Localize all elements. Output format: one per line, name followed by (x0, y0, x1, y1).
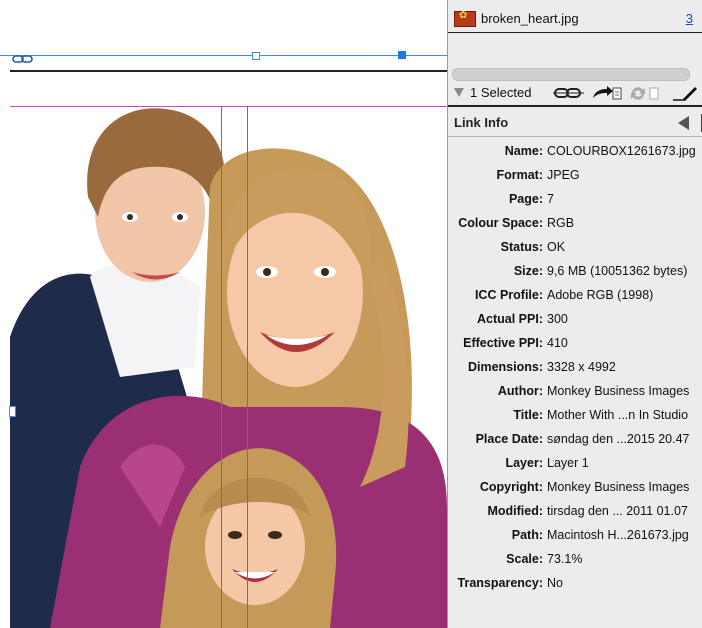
edit-original-icon[interactable] (670, 84, 700, 102)
link-info-value: Monkey Business Images (547, 384, 690, 398)
link-info-value: 73.1% (547, 552, 583, 566)
link-info-value: Mother With ...n In Studio (547, 408, 689, 422)
triangle-left-icon[interactable] (678, 116, 689, 130)
link-info-row: Status: OK (448, 236, 702, 260)
link-info-label: Format: (496, 168, 543, 182)
link-info-value: 300 (547, 312, 568, 326)
link-info-row: ICC Profile: Adobe RGB (1998) (448, 284, 702, 308)
link-info-label: Status: (500, 240, 543, 254)
link-info-row: Name: COLOURBOX1261673.jpg (448, 140, 702, 164)
link-info-label: Actual PPI: (477, 312, 543, 326)
frame-handle-left[interactable] (9, 406, 16, 417)
link-info-label: Copyright: (479, 480, 543, 494)
link-info-row: Colour Space: RGB (448, 212, 702, 236)
selection-toolbar: 1 Selected (448, 82, 702, 104)
link-info-label: Dimensions: (467, 360, 543, 374)
link-info-row: Page: 7 (448, 188, 702, 212)
link-info-label: Scale: (506, 552, 543, 566)
link-info-label: Size: (513, 264, 543, 278)
link-info-header[interactable]: Link Info (448, 108, 702, 137)
link-info-value: Layer 1 (547, 456, 589, 470)
document-canvas[interactable] (0, 0, 447, 628)
link-info-label: ICC Profile: (474, 288, 543, 302)
link-info-label: Transparency: (457, 576, 543, 590)
link-info-label: Colour Space: (458, 216, 543, 230)
horizontal-scrollbar[interactable] (452, 68, 690, 81)
link-info-value: Adobe RGB (1998) (547, 288, 654, 302)
link-info-label: Effective PPI: (463, 336, 543, 350)
link-info-row: Place Date: søndag den ...2015 20.47 (448, 428, 702, 452)
link-info-label: Path: (511, 528, 543, 542)
link-info-value: 410 (547, 336, 568, 350)
link-list-item[interactable]: broken_heart.jpg 3 (448, 8, 702, 30)
link-info-value: Macintosh H...261673.jpg (547, 528, 689, 542)
link-list-area[interactable] (448, 33, 702, 67)
link-info-value: 3328 x 4992 (547, 360, 616, 374)
link-info-value: 7 (547, 192, 554, 206)
image-thumbnail-icon (454, 10, 476, 27)
link-info-label: Modified: (487, 504, 543, 518)
link-info-value: 9,6 MB (10051362 bytes) (547, 264, 688, 278)
link-info-value: Monkey Business Images (547, 480, 690, 494)
link-info-row: Scale: 73.1% (448, 548, 702, 572)
link-info-value: No (547, 576, 563, 590)
link-info-row: Transparency: No (448, 572, 702, 596)
link-info-label: Author: (497, 384, 543, 398)
update-link-icon[interactable] (628, 84, 662, 102)
frame-handle-middle[interactable] (252, 52, 260, 60)
link-info-row: Path: Macintosh H...261673.jpg (448, 524, 702, 548)
link-info-row: Layer: Layer 1 (448, 452, 702, 476)
link-info-label: Title: (513, 408, 543, 422)
divider (448, 105, 702, 107)
column-guide-left (221, 106, 222, 628)
link-info-label: Layer: (505, 456, 543, 470)
link-info-row: Modified: tirsdag den ... 2011 01.07 (448, 500, 702, 524)
link-info-value: COLOURBOX1261673.jpg (547, 144, 696, 158)
link-info-label: Place Date: (475, 432, 543, 446)
page-edge (10, 70, 447, 72)
chain-link-icon[interactable] (12, 51, 34, 69)
relink-icon[interactable] (552, 84, 586, 102)
link-info-value: tirsdag den ... 2011 01.07 (547, 504, 688, 518)
link-info-value: OK (547, 240, 566, 254)
link-info-row: Title: Mother With ...n In Studio (448, 404, 702, 428)
link-page-count[interactable]: 3 (686, 11, 693, 26)
link-info-list: Name: COLOURBOX1261673.jpg Format: JPEG Page… (448, 140, 702, 596)
link-info-label: Name: (504, 144, 543, 158)
selection-count: 1 Selected (470, 85, 532, 100)
link-info-row: Author: Monkey Business Images (448, 380, 702, 404)
link-info-row: Actual PPI: 300 (448, 308, 702, 332)
link-info-row: Effective PPI: 410 (448, 332, 702, 356)
disclosure-triangle-down-icon[interactable] (454, 88, 464, 97)
link-info-title: Link Info (454, 115, 509, 130)
link-info-value: JPEG (547, 168, 580, 182)
link-info-row: Copyright: Monkey Business Images (448, 476, 702, 500)
family-portrait-photo[interactable] (10, 107, 447, 628)
link-info-row: Format: JPEG (448, 164, 702, 188)
frame-handle-selected[interactable] (398, 51, 406, 59)
link-file-name: broken_heart.jpg (481, 11, 579, 26)
link-info-row: Size: 9,6 MB (10051362 bytes) (448, 260, 702, 284)
go-to-link-icon[interactable] (590, 84, 624, 102)
link-info-row: Dimensions: 3328 x 4992 (448, 356, 702, 380)
column-guide-right (247, 106, 248, 628)
link-info-label: Page: (508, 192, 543, 206)
links-panel: broken_heart.jpg 3 1 Selected (447, 0, 702, 628)
link-info-value: RGB (547, 216, 575, 230)
link-info-value: søndag den ...2015 20.47 (547, 432, 690, 446)
frame-edge-line (0, 55, 447, 56)
